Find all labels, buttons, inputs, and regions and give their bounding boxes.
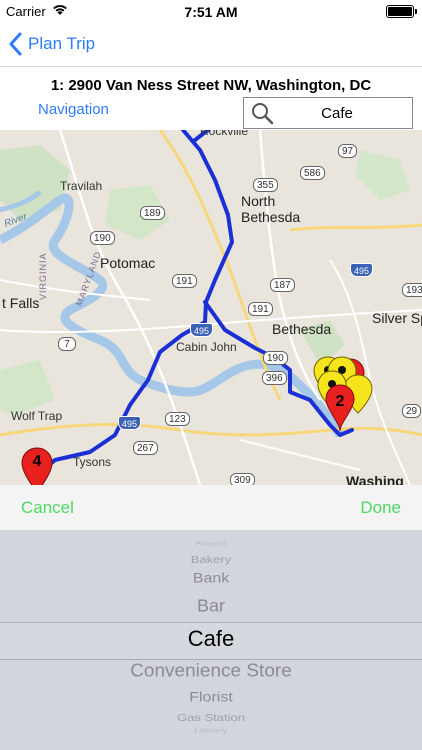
route-shield-187: 187	[270, 278, 295, 292]
map-label-silver-spring: Silver Sp	[372, 310, 422, 326]
map-label-falls: t Falls	[2, 295, 40, 311]
search-box[interactable]	[243, 97, 413, 129]
picker-option[interactable]: Convenience Store	[0, 662, 422, 683]
route-shield-309: 309	[230, 473, 255, 485]
picker-option[interactable]: Florist	[0, 690, 422, 706]
map-label-wolf-trap: Wolf Trap	[11, 409, 63, 423]
pin-2-label: 2	[335, 393, 345, 410]
navigation-link[interactable]: Navigation	[38, 101, 109, 118]
picker-option[interactable]: Airport	[0, 541, 422, 548]
picker-toolbar: Cancel Done	[0, 485, 422, 531]
route-shield-7: 7	[58, 337, 76, 351]
route-shield-267: 267	[133, 441, 158, 455]
search-icon	[252, 103, 274, 125]
route-shield-191b: 191	[248, 302, 273, 316]
route-shield-123: 123	[165, 412, 190, 426]
route-shield-97: 97	[338, 144, 358, 158]
interstate-shield-495b: 495	[190, 323, 214, 337]
picker-option[interactable]: Bar	[0, 597, 422, 617]
map-label-bethesda: Bethesda	[272, 321, 332, 337]
route-shield-190b: 190	[263, 351, 288, 365]
picker-option[interactable]: Gas Station	[0, 712, 422, 723]
picker-option-selected[interactable]: Cafe	[0, 626, 422, 652]
interstate-shield-495c: 495	[118, 416, 142, 430]
status-bar: Carrier 7:51 AM	[0, 0, 422, 22]
picker-option[interactable]: Bakery	[0, 554, 422, 565]
route-shield-396: 396	[262, 371, 287, 385]
back-button[interactable]: Plan Trip	[8, 30, 95, 58]
route-shield-355: 355	[253, 178, 278, 192]
map-label-tysons: Tysons	[73, 455, 112, 469]
route-shield-193: 193	[402, 283, 422, 297]
map-label-rockville: Rockville	[200, 130, 249, 138]
navigation-bar: Plan Trip	[0, 22, 422, 66]
map-label-travilah: Travilah	[60, 179, 103, 193]
map-label-virginia: VIRGINIA	[38, 252, 48, 300]
pin-4-label: 4	[32, 453, 42, 470]
picker-option[interactable]: Bank	[0, 571, 422, 587]
map-label-cabin-john: Cabin John	[176, 340, 237, 354]
category-picker[interactable]: Airport Bakery Bank Bar Cafe Convenience…	[0, 530, 422, 750]
map-label-washington: Washing	[346, 473, 404, 485]
route-shield-29: 29	[402, 404, 422, 418]
chevron-left-icon	[9, 32, 22, 56]
map-view[interactable]: Rockville North Bethesda Travilah Potoma…	[0, 130, 422, 485]
route-shield-191: 191	[172, 274, 197, 288]
back-button-label: Plan Trip	[28, 34, 96, 53]
picker-option[interactable]: Library	[0, 728, 422, 735]
route-shield-190: 190	[90, 231, 115, 245]
route-shield-189: 189	[140, 206, 165, 220]
search-input[interactable]	[280, 100, 394, 126]
route-shield-586: 586	[300, 166, 325, 180]
done-button[interactable]: Done	[360, 498, 401, 518]
interstate-shield-495: 495	[350, 263, 374, 277]
map-label-north-bethesda: North Bethesda	[241, 193, 301, 225]
battery-icon	[386, 5, 417, 18]
map-label-potomac: Potomac	[100, 255, 156, 271]
cancel-button[interactable]: Cancel	[21, 498, 74, 518]
status-time: 7:51 AM	[184, 4, 238, 20]
address-panel: 1: 2900 Van Ness Street NW, Washington, …	[0, 66, 422, 131]
address-title: 1: 2900 Van Ness Street NW, Washington, …	[50, 77, 372, 94]
